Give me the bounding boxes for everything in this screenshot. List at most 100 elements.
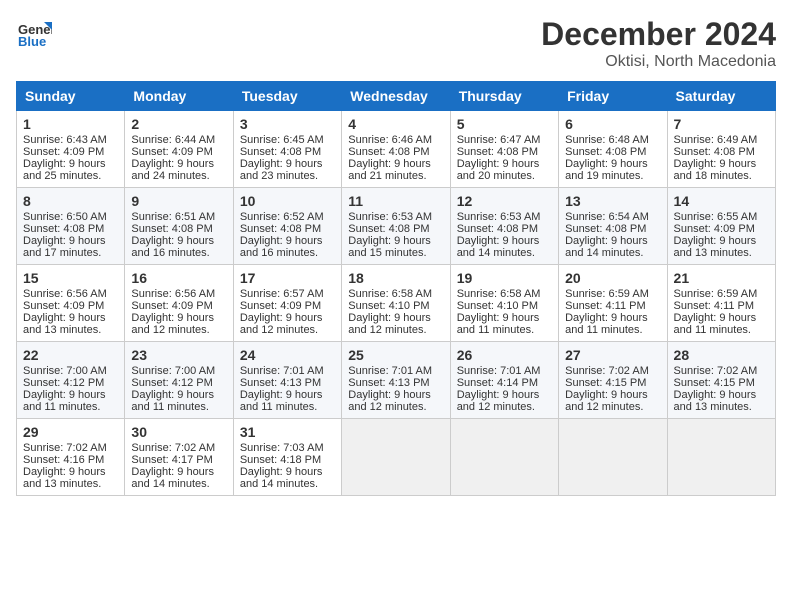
day-info-line: and 16 minutes.: [131, 247, 226, 259]
day-number: 25: [348, 347, 443, 363]
day-info-line: Sunset: 4:13 PM: [240, 377, 335, 389]
day-info-line: Sunrise: 6:46 AM: [348, 134, 443, 146]
calendar-cell: 9Sunrise: 6:51 AMSunset: 4:08 PMDaylight…: [125, 188, 233, 265]
day-info-line: Sunset: 4:16 PM: [23, 454, 118, 466]
day-number: 9: [131, 193, 226, 209]
weekday-label: Sunday: [17, 82, 125, 111]
day-info-line: Sunrise: 7:01 AM: [348, 365, 443, 377]
day-info-line: Sunset: 4:09 PM: [131, 146, 226, 158]
day-info-line: Daylight: 9 hours: [240, 466, 335, 478]
day-number: 26: [457, 347, 552, 363]
logo-icon: General Blue: [16, 16, 52, 52]
calendar-cell: 1Sunrise: 6:43 AMSunset: 4:09 PMDaylight…: [17, 111, 125, 188]
weekday-label: Wednesday: [342, 82, 450, 111]
day-info-line: Sunset: 4:09 PM: [240, 300, 335, 312]
day-info-line: Sunset: 4:15 PM: [674, 377, 769, 389]
calendar-cell: 25Sunrise: 7:01 AMSunset: 4:13 PMDayligh…: [342, 342, 450, 419]
day-info-line: Sunrise: 7:00 AM: [23, 365, 118, 377]
day-info-line: and 16 minutes.: [240, 247, 335, 259]
day-info-line: Sunset: 4:13 PM: [348, 377, 443, 389]
calendar-cell: 10Sunrise: 6:52 AMSunset: 4:08 PMDayligh…: [233, 188, 341, 265]
day-info-line: Daylight: 9 hours: [565, 158, 660, 170]
day-info-line: Sunset: 4:08 PM: [457, 223, 552, 235]
day-info-line: Sunrise: 6:59 AM: [565, 288, 660, 300]
day-info-line: Sunrise: 6:57 AM: [240, 288, 335, 300]
day-info-line: and 21 minutes.: [348, 170, 443, 182]
day-info-line: Sunset: 4:09 PM: [131, 300, 226, 312]
day-number: 18: [348, 270, 443, 286]
day-info-line: Daylight: 9 hours: [674, 389, 769, 401]
location-title: Oktisi, North Macedonia: [541, 53, 776, 71]
calendar-cell: 30Sunrise: 7:02 AMSunset: 4:17 PMDayligh…: [125, 419, 233, 496]
calendar-cell: 15Sunrise: 6:56 AMSunset: 4:09 PMDayligh…: [17, 265, 125, 342]
day-number: 20: [565, 270, 660, 286]
weekday-label: Friday: [559, 82, 667, 111]
day-info-line: and 15 minutes.: [348, 247, 443, 259]
day-info-line: Sunrise: 6:49 AM: [674, 134, 769, 146]
calendar-cell: 21Sunrise: 6:59 AMSunset: 4:11 PMDayligh…: [667, 265, 775, 342]
day-info-line: Daylight: 9 hours: [565, 389, 660, 401]
day-number: 1: [23, 116, 118, 132]
day-info-line: Sunrise: 6:45 AM: [240, 134, 335, 146]
day-info-line: Sunset: 4:08 PM: [565, 146, 660, 158]
day-info-line: and 12 minutes.: [131, 324, 226, 336]
day-info-line: Sunset: 4:10 PM: [457, 300, 552, 312]
day-info-line: Sunrise: 6:50 AM: [23, 211, 118, 223]
day-number: 14: [674, 193, 769, 209]
day-info-line: Daylight: 9 hours: [23, 389, 118, 401]
calendar-cell: 22Sunrise: 7:00 AMSunset: 4:12 PMDayligh…: [17, 342, 125, 419]
day-info-line: Daylight: 9 hours: [348, 235, 443, 247]
calendar-cell: 29Sunrise: 7:02 AMSunset: 4:16 PMDayligh…: [17, 419, 125, 496]
weekday-label: Monday: [125, 82, 233, 111]
day-info-line: and 17 minutes.: [23, 247, 118, 259]
day-info-line: and 11 minutes.: [457, 324, 552, 336]
day-number: 11: [348, 193, 443, 209]
day-number: 31: [240, 424, 335, 440]
calendar-cell: 8Sunrise: 6:50 AMSunset: 4:08 PMDaylight…: [17, 188, 125, 265]
day-info-line: Sunrise: 6:55 AM: [674, 211, 769, 223]
day-info-line: and 11 minutes.: [674, 324, 769, 336]
weekday-label: Thursday: [450, 82, 558, 111]
day-info-line: and 12 minutes.: [457, 401, 552, 413]
day-info-line: Sunset: 4:10 PM: [348, 300, 443, 312]
day-number: 10: [240, 193, 335, 209]
day-info-line: and 12 minutes.: [240, 324, 335, 336]
day-info-line: Daylight: 9 hours: [674, 158, 769, 170]
day-info-line: and 13 minutes.: [674, 247, 769, 259]
calendar-cell: [450, 419, 558, 496]
day-info-line: Sunrise: 6:52 AM: [240, 211, 335, 223]
day-info-line: Sunrise: 6:44 AM: [131, 134, 226, 146]
calendar-cell: 4Sunrise: 6:46 AMSunset: 4:08 PMDaylight…: [342, 111, 450, 188]
day-number: 17: [240, 270, 335, 286]
day-number: 13: [565, 193, 660, 209]
calendar-cell: 31Sunrise: 7:03 AMSunset: 4:18 PMDayligh…: [233, 419, 341, 496]
calendar-week-row: 1 Sunrise: 6:43 AM Sunset: 4:09 PM Daylight…: [17, 111, 776, 188]
day-info-line: Daylight: 9 hours: [23, 466, 118, 478]
calendar-table: SundayMondayTuesdayWednesdayThursdayFrid…: [16, 81, 776, 496]
day-number: 30: [131, 424, 226, 440]
day-info-line: and 12 minutes.: [348, 401, 443, 413]
day-info-line: Sunset: 4:09 PM: [674, 223, 769, 235]
page-header: General Blue December 2024 Oktisi, North…: [16, 16, 776, 71]
day-info-line: Sunset: 4:17 PM: [131, 454, 226, 466]
day-info-line: and 23 minutes.: [240, 170, 335, 182]
day-info-line: Sunset: 4:11 PM: [674, 300, 769, 312]
weekday-label: Tuesday: [233, 82, 341, 111]
day-number: 24: [240, 347, 335, 363]
day-info-line: and 11 minutes.: [23, 401, 118, 413]
day-info-line: and 18 minutes.: [674, 170, 769, 182]
weekday-label: Saturday: [667, 82, 775, 111]
day-info-line: Sunrise: 7:02 AM: [674, 365, 769, 377]
day-info-line: Sunrise: 6:43 AM: [23, 134, 118, 146]
day-info-line: Daylight: 9 hours: [457, 389, 552, 401]
day-info-line: and 19 minutes.: [565, 170, 660, 182]
day-number: 2: [131, 116, 226, 132]
day-info-line: Sunrise: 6:53 AM: [348, 211, 443, 223]
day-number: 23: [131, 347, 226, 363]
day-info-line: Sunset: 4:08 PM: [565, 223, 660, 235]
day-number: 19: [457, 270, 552, 286]
day-info-line: and 13 minutes.: [674, 401, 769, 413]
day-info-line: and 11 minutes.: [240, 401, 335, 413]
day-info-line: Sunrise: 7:02 AM: [131, 442, 226, 454]
day-info-line: Daylight: 9 hours: [457, 158, 552, 170]
